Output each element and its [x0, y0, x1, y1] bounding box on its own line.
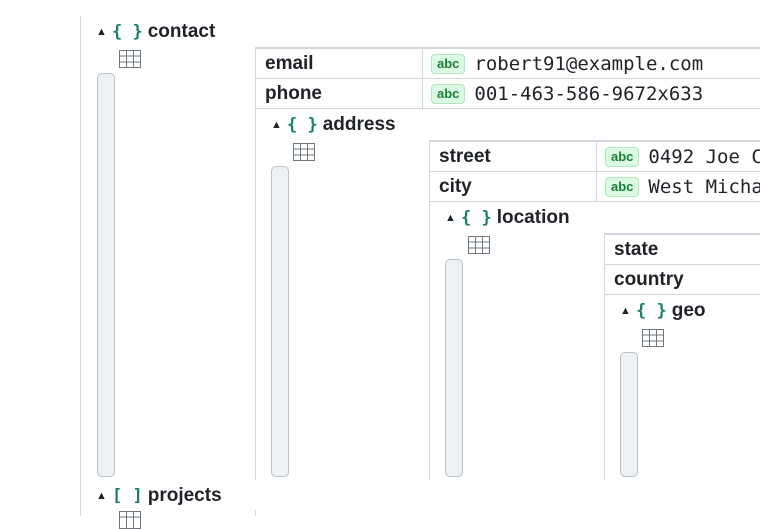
row-value-phone[interactable]: abc 001-463-586-9672x633 [422, 78, 760, 108]
object-brace-icon: { } [636, 301, 667, 321]
node-header-contact[interactable]: ▲ { } contact [96, 18, 215, 46]
node-header-location[interactable]: ▲ { } location [445, 204, 570, 232]
table-grid-icon[interactable] [293, 143, 315, 161]
tree-guide-line [80, 16, 81, 516]
value-text: robert91@example.com [474, 52, 704, 75]
node-header-projects[interactable]: ▲ [ ] projects [96, 482, 222, 510]
row-divider [429, 201, 760, 202]
row-key-street: street [429, 141, 597, 171]
type-badge-string: abc [431, 83, 466, 104]
node-header-address[interactable]: ▲ { } address [271, 111, 396, 139]
row-divider [604, 294, 760, 295]
value-text: 001-463-586-9672x633 [474, 82, 704, 105]
array-bracket-icon: [ ] [112, 486, 143, 506]
contact-scrollbar[interactable] [97, 73, 115, 477]
table-grid-icon[interactable] [468, 236, 490, 254]
caret-up-icon[interactable]: ▲ [620, 305, 631, 317]
node-header-geo[interactable]: ▲ { } geo [620, 297, 706, 325]
object-brace-icon: { } [461, 208, 492, 228]
caret-up-icon[interactable]: ▲ [445, 212, 456, 224]
type-badge-string: abc [605, 146, 640, 167]
row-divider [255, 108, 760, 109]
value-text: 0492 Joe C [648, 145, 760, 168]
row-value-email[interactable]: abc robert91@example.com [422, 48, 760, 78]
node-label-geo: geo [671, 300, 706, 321]
object-brace-icon: { } [287, 115, 318, 135]
row-key-city: city [429, 171, 597, 201]
type-badge-string: abc [431, 53, 466, 74]
table-grid-icon[interactable] [119, 50, 141, 68]
node-label-projects: projects [147, 485, 222, 506]
table-grid-icon[interactable] [642, 329, 664, 347]
table-grid-icon[interactable] [119, 511, 141, 529]
node-label-address: address [322, 114, 396, 135]
row-key-phone: phone [255, 78, 423, 108]
geo-scrollbar[interactable] [620, 352, 638, 477]
caret-up-icon[interactable]: ▲ [96, 26, 107, 38]
row-key-email: email [255, 48, 423, 78]
contact-table-border [255, 47, 256, 480]
row-value-street[interactable]: abc 0492 Joe C [596, 141, 760, 171]
row-value-city[interactable]: abc West Micha [596, 171, 760, 201]
object-brace-icon: { } [112, 22, 143, 42]
value-text: West Micha [648, 175, 760, 198]
address-scrollbar[interactable] [271, 166, 289, 477]
node-label-contact: contact [147, 21, 216, 42]
row-key-country: country [604, 264, 760, 294]
type-badge-string: abc [605, 176, 640, 197]
projects-table-border [255, 510, 256, 516]
caret-up-icon[interactable]: ▲ [271, 119, 282, 131]
row-key-state: state [604, 234, 760, 264]
location-scrollbar[interactable] [445, 259, 463, 477]
caret-up-icon[interactable]: ▲ [96, 490, 107, 502]
node-label-location: location [496, 207, 570, 228]
